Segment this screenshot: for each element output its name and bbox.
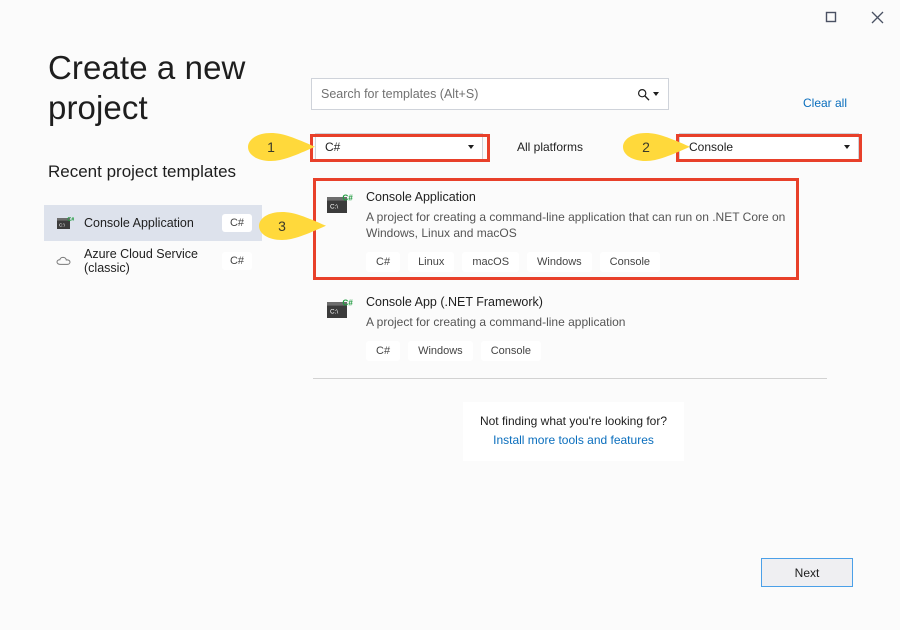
console-app-icon: C:\ C# — [327, 190, 353, 272]
annotation-callout-2: 2 — [622, 132, 694, 162]
platform-filter-value: All platforms — [517, 140, 584, 154]
next-button[interactable]: Next — [761, 558, 853, 587]
template-tag: Linux — [408, 252, 455, 272]
recent-item-label-main: Azure Cloud Service — [84, 247, 198, 261]
template-description: A project for creating a command-line ap… — [366, 210, 786, 240]
recent-templates-heading: Recent project templates — [48, 162, 237, 181]
not-finding-question: Not finding what you're looking for? — [479, 414, 668, 428]
annotation-callout-number: 2 — [642, 139, 650, 155]
chevron-down-icon[interactable] — [653, 92, 659, 96]
recent-item-language-badge: C# — [221, 252, 252, 270]
language-filter-dropdown[interactable]: C# — [315, 133, 483, 161]
recent-item-console-application[interactable]: C:\ C# Console Application C# — [44, 205, 262, 241]
recent-item-label: Console Application — [84, 216, 194, 230]
search-box[interactable] — [311, 78, 669, 110]
template-tag: macOS — [462, 252, 520, 272]
page-title: Create a new project — [48, 49, 246, 126]
maximize-icon — [825, 11, 837, 23]
template-name: Console App (.NET Framework) — [366, 295, 543, 309]
annotation-callout-number: 1 — [267, 139, 275, 155]
svg-text:C#: C# — [67, 217, 74, 223]
console-app-icon: C:\ C# — [56, 214, 74, 232]
template-body: Console App (.NET Framework) A project f… — [366, 295, 787, 361]
window-controls — [808, 0, 900, 34]
chevron-down-icon — [468, 145, 474, 149]
svg-text:C#: C# — [342, 194, 353, 203]
close-icon — [871, 11, 883, 23]
template-tag: Console — [599, 252, 661, 272]
template-tags: C# Windows Console — [366, 341, 787, 361]
search-input[interactable] — [312, 79, 637, 109]
search-icon — [637, 88, 650, 101]
annotation-callout-number: 3 — [278, 218, 286, 234]
maximize-button[interactable] — [808, 0, 854, 34]
project-type-filter-value: Console — [689, 140, 734, 154]
install-more-tools-link[interactable]: Install more tools and features — [463, 433, 684, 447]
template-description: A project for creating a command-line ap… — [366, 315, 626, 329]
svg-text:C:\: C:\ — [330, 203, 338, 210]
template-item-console-app-net-framework[interactable]: C:\ C# Console App (.NET Framework) A pr… — [313, 285, 799, 370]
recent-item-language-badge: C# — [221, 214, 252, 232]
recent-item-label-sub: (classic) — [84, 261, 130, 275]
template-tags: C# Linux macOS Windows Console — [366, 252, 787, 272]
template-tag: Windows — [408, 341, 473, 361]
console-app-icon: C:\ C# — [327, 295, 353, 361]
template-body: Console Application A project for creati… — [366, 190, 787, 272]
annotation-callout-3: 3 — [258, 211, 330, 241]
not-finding-panel: Not finding what you're looking for? Ins… — [463, 402, 684, 461]
template-item-console-application[interactable]: C:\ C# Console Application A project for… — [313, 180, 799, 281]
recent-item-azure-cloud-service[interactable]: Azure Cloud Service (classic) C# — [44, 241, 262, 281]
create-new-project-dialog: Create a new project Recent project temp… — [0, 0, 900, 630]
template-tag: C# — [366, 252, 401, 272]
template-tag: C# — [366, 341, 401, 361]
svg-text:C:\: C:\ — [330, 308, 338, 315]
close-button[interactable] — [854, 0, 900, 34]
language-filter-value: C# — [325, 140, 341, 154]
cloud-icon — [56, 252, 74, 270]
filter-row: C# All platforms Console — [311, 133, 863, 161]
template-name: Console Application — [366, 190, 476, 204]
recent-templates-list: C:\ C# Console Application C# Azure Clou… — [44, 205, 262, 281]
project-type-filter-dropdown[interactable]: Console — [679, 133, 859, 161]
clear-all-link[interactable]: Clear all — [803, 96, 847, 110]
template-tag: Console — [480, 341, 542, 361]
template-tag: Windows — [527, 252, 592, 272]
annotation-callout-1: 1 — [247, 132, 319, 162]
svg-text:C:\: C:\ — [59, 222, 66, 227]
chevron-down-icon — [844, 145, 850, 149]
search-adornments — [637, 88, 668, 101]
svg-text:C#: C# — [342, 299, 353, 308]
recent-item-label: Azure Cloud Service (classic) — [84, 247, 212, 275]
section-divider — [313, 378, 827, 379]
